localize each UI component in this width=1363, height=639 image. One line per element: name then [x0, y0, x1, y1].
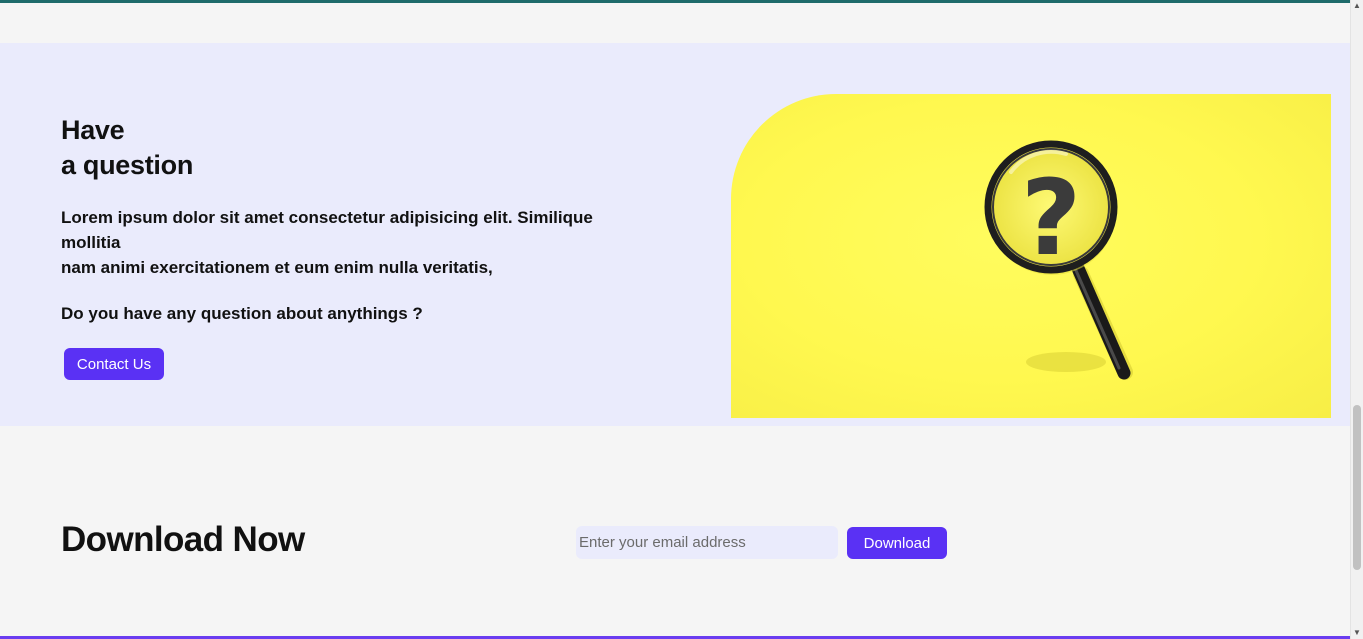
- question-title-line-1: Have: [61, 115, 125, 145]
- scroll-up-arrow-icon[interactable]: ▲: [1351, 0, 1363, 12]
- download-button[interactable]: Download: [847, 527, 947, 559]
- contact-us-button[interactable]: Contact Us: [64, 348, 164, 380]
- magnifying-glass-question-icon: ?: [984, 140, 1133, 380]
- scrollbar[interactable]: ▲ ▼: [1350, 0, 1363, 639]
- question-description: Lorem ipsum dolor sit amet consectetur a…: [61, 205, 601, 280]
- question-title-line-2: a question: [61, 150, 194, 180]
- question-title: Have a question: [61, 113, 193, 183]
- question-image: ?: [731, 94, 1331, 418]
- scroll-down-arrow-icon[interactable]: ▼: [1351, 627, 1363, 639]
- email-input[interactable]: [576, 526, 838, 559]
- question-section: Have a question Lorem ipsum dolor sit am…: [0, 43, 1351, 426]
- download-title: Download Now: [61, 520, 305, 559]
- scrollbar-thumb[interactable]: [1353, 405, 1361, 570]
- top-border: [0, 0, 1351, 3]
- question-description-line-1: Lorem ipsum dolor sit amet consectetur a…: [61, 208, 593, 252]
- question-prompt: Do you have any question about anythings…: [61, 304, 423, 323]
- svg-text:?: ?: [1021, 157, 1081, 279]
- question-description-line-2: nam animi exercitationem et eum enim nul…: [61, 258, 493, 277]
